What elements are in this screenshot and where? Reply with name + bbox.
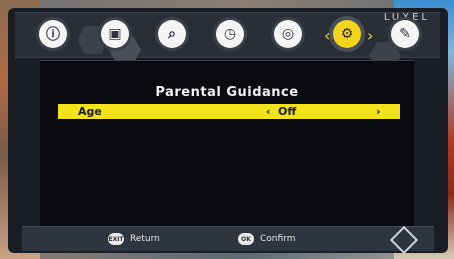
- globe-icon[interactable]: ◎: [274, 20, 302, 48]
- return-label: Return: [130, 234, 160, 244]
- age-setting-row[interactable]: Age ‹ Off ›: [58, 104, 400, 119]
- search-icon[interactable]: ⌕: [158, 20, 186, 48]
- settings-panel: Parental Guidance: [40, 60, 414, 229]
- confirm-button[interactable]: OK Confirm: [238, 231, 295, 247]
- page-title: Parental Guidance: [155, 85, 299, 100]
- tools-icon[interactable]: ✎: [391, 20, 419, 48]
- right-arrow-icon[interactable]: ›: [376, 105, 381, 118]
- picture-icon[interactable]: ▣: [101, 20, 129, 48]
- return-button[interactable]: EXIT Return: [108, 231, 160, 247]
- left-arrow-icon[interactable]: ‹: [266, 105, 271, 118]
- info-icon[interactable]: ⓘ: [39, 20, 67, 48]
- bottom-help-bar: EXIT Return OK Confirm: [22, 225, 434, 255]
- navigation-diamond-icon: [389, 225, 419, 255]
- confirm-label: Confirm: [260, 234, 296, 244]
- settings-gear-icon[interactable]: ⚙: [333, 20, 361, 48]
- exit-key-icon: EXIT: [108, 233, 124, 245]
- ok-key-icon: OK: [238, 233, 254, 245]
- chevron-left-icon: ‹: [324, 26, 331, 45]
- chevron-right-icon: ›: [367, 26, 374, 45]
- age-label: Age: [78, 105, 102, 118]
- age-value: Off: [278, 105, 297, 118]
- clock-icon[interactable]: ◷: [216, 20, 244, 48]
- main-menu-row: ⓘ ▣ ⌕ ◷ ◎ ‹ ⚙ › ✎: [15, 18, 440, 70]
